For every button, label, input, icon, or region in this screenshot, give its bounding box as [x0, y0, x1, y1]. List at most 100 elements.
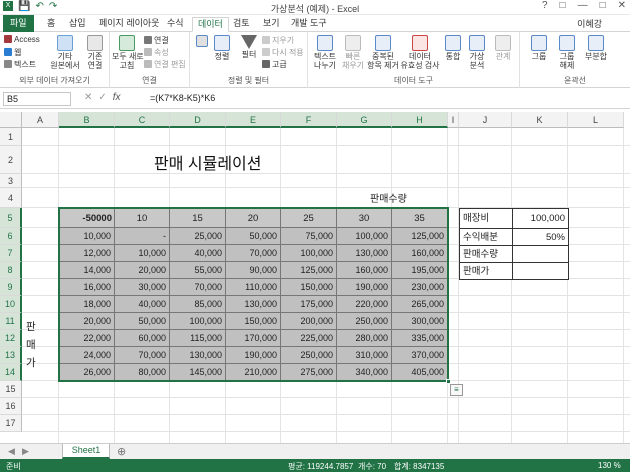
table-cell[interactable]: 250,000	[281, 347, 337, 364]
table-cell[interactable]: 275,000	[281, 364, 337, 381]
tab-page-layout[interactable]: 페이지 레이아웃	[94, 17, 164, 32]
other-sources-button[interactable]: 기타 원본에서	[48, 35, 82, 70]
table-cell[interactable]: 60,000	[115, 330, 170, 347]
table-cell[interactable]: 40,000	[115, 296, 170, 313]
sort-az-icon[interactable]	[194, 35, 210, 48]
column-header-B[interactable]: B	[59, 112, 115, 128]
table-header-cell[interactable]: 10	[115, 208, 170, 228]
table-cell[interactable]: 125,000	[392, 228, 448, 245]
table-cell[interactable]: 20,000	[59, 313, 115, 330]
column-header-I[interactable]: I	[448, 112, 459, 128]
close-icon[interactable]: ✕	[618, 0, 626, 11]
table-cell[interactable]: 40,000	[170, 245, 226, 262]
refresh-all-button[interactable]: 모두 새로 고침	[112, 35, 144, 70]
table-cell[interactable]: 20,000	[115, 262, 170, 279]
side-label-cell[interactable]: 수익배분	[459, 228, 513, 246]
table-cell[interactable]: 70,000	[226, 245, 281, 262]
table-cell[interactable]: 200,000	[281, 313, 337, 330]
row-header-5[interactable]: 5	[0, 208, 22, 228]
table-cell[interactable]: 170,000	[226, 330, 281, 347]
table-header-cell[interactable]: 20	[226, 208, 281, 228]
row-header-3[interactable]: 3	[0, 174, 22, 188]
side-label-cell[interactable]: 매장비	[459, 208, 513, 229]
table-cell[interactable]: 130,000	[226, 296, 281, 313]
table-cell[interactable]: 115,000	[170, 330, 226, 347]
row-header-11[interactable]: 11	[0, 313, 22, 330]
ungroup-button[interactable]: 그룹 해제	[554, 35, 580, 70]
advanced-filter-button[interactable]: 고급	[262, 59, 287, 70]
table-cell[interactable]: 310,000	[337, 347, 392, 364]
user-name[interactable]: 이혜강	[577, 17, 602, 30]
consolidate-button[interactable]: 통합	[442, 35, 464, 61]
enter-icon[interactable]: ✓	[98, 92, 112, 103]
edit-links-button[interactable]: 연결 편집	[144, 59, 186, 70]
table-cell[interactable]: 190,000	[226, 347, 281, 364]
table-cell[interactable]: 30,000	[115, 279, 170, 296]
side-value-cell[interactable]: 100,000	[512, 208, 569, 229]
maximize-icon[interactable]: □	[600, 0, 606, 11]
tab-developer[interactable]: 개발 도구	[286, 17, 332, 32]
table-cell[interactable]: 335,000	[392, 330, 448, 347]
prev-sheet-icon[interactable]: ◀	[8, 446, 15, 457]
table-cell[interactable]: 100,000	[281, 245, 337, 262]
side-label-cell[interactable]: 판매수량	[459, 245, 513, 263]
table-cell[interactable]: 10,000	[115, 245, 170, 262]
row-header-16[interactable]: 16	[0, 398, 22, 415]
next-sheet-icon[interactable]: ▶	[22, 446, 29, 457]
web-button[interactable]: 웹	[4, 47, 21, 58]
table-cell[interactable]: 160,000	[392, 245, 448, 262]
name-box[interactable]: B5	[3, 92, 71, 106]
table-cell[interactable]: 50,000	[226, 228, 281, 245]
tab-data[interactable]: 데이터	[192, 17, 229, 32]
table-cell[interactable]: 70,000	[170, 279, 226, 296]
table-cell[interactable]: 90,000	[226, 262, 281, 279]
formula-input[interactable]: =(K7*K8-K5)*K6	[150, 92, 215, 104]
table-cell[interactable]: 175,000	[281, 296, 337, 313]
table-cell[interactable]: 25,000	[170, 228, 226, 245]
minimize-icon[interactable]: —	[578, 0, 588, 11]
help-icon[interactable]: ?	[542, 0, 548, 11]
side-value-cell[interactable]	[512, 262, 569, 280]
table-cell[interactable]: 70,000	[115, 347, 170, 364]
table-cell[interactable]: 75,000	[281, 228, 337, 245]
column-header-L[interactable]: L	[568, 112, 624, 128]
column-header-H[interactable]: H	[392, 112, 448, 128]
table-cell[interactable]: 85,000	[170, 296, 226, 313]
tab-formulas[interactable]: 수식	[162, 17, 189, 32]
tab-file[interactable]: 파일	[3, 15, 34, 32]
column-header-C[interactable]: C	[115, 112, 170, 128]
cancel-icon[interactable]: ✕	[84, 92, 98, 103]
side-label-cell[interactable]: 판매가	[459, 262, 513, 280]
table-cell[interactable]: 18,000	[59, 296, 115, 313]
column-header-J[interactable]: J	[459, 112, 512, 128]
row-header-12[interactable]: 12	[0, 330, 22, 347]
tab-review[interactable]: 검토	[228, 17, 255, 32]
row-header-2[interactable]: 2	[0, 146, 22, 174]
tab-home[interactable]: 홈	[42, 17, 60, 32]
filter-button[interactable]: 필터	[238, 35, 260, 59]
fx-icon[interactable]: fx	[113, 92, 121, 103]
table-cell[interactable]: 370,000	[392, 347, 448, 364]
table-corner-cell[interactable]: -50000	[59, 208, 115, 228]
row-header-6[interactable]: 6	[0, 228, 22, 245]
column-header-G[interactable]: G	[337, 112, 392, 128]
table-cell[interactable]: 55,000	[170, 262, 226, 279]
table-cell[interactable]: 22,000	[59, 330, 115, 347]
text-to-columns-button[interactable]: 텍스트 나누기	[310, 35, 340, 70]
table-cell[interactable]: 225,000	[281, 330, 337, 347]
table-cell[interactable]: 220,000	[337, 296, 392, 313]
flash-fill-button[interactable]: 빠른 채우기	[340, 35, 366, 70]
column-header-A[interactable]: A	[22, 112, 59, 128]
table-cell[interactable]: 110,000	[226, 279, 281, 296]
table-cell[interactable]: 130,000	[170, 347, 226, 364]
table-cell[interactable]: 145,000	[170, 364, 226, 381]
data-validation-button[interactable]: 데이터 유효성 검사	[400, 35, 440, 70]
select-all-corner[interactable]	[0, 112, 22, 128]
quick-analysis-icon[interactable]: ≡	[450, 384, 463, 396]
row-header-13[interactable]: 13	[0, 347, 22, 364]
sort-button[interactable]: 정렬	[212, 35, 232, 61]
side-value-cell[interactable]: 50%	[512, 228, 569, 246]
table-cell[interactable]: 26,000	[59, 364, 115, 381]
side-value-cell[interactable]	[512, 245, 569, 263]
sheet-tab-sheet1[interactable]: Sheet1	[62, 444, 110, 459]
